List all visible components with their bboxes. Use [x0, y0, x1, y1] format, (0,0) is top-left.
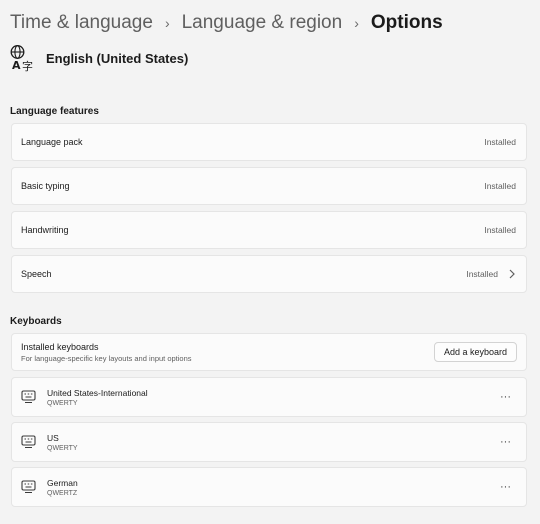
chevron-right-icon: › [354, 15, 359, 31]
feature-label: Language pack [21, 137, 83, 147]
keyboard-text: United States-International QWERTY [47, 388, 500, 407]
keyboards-heading: Keyboards [10, 316, 62, 327]
chevron-right-icon [509, 269, 515, 279]
more-options-icon[interactable]: ··· [500, 482, 511, 493]
feature-row-basic-typing[interactable]: Basic typing Installed [11, 167, 527, 205]
feature-row-speech[interactable]: Speech Installed [11, 255, 527, 293]
add-keyboard-button[interactable]: Add a keyboard [433, 342, 517, 362]
feature-status: Installed [484, 181, 516, 191]
feature-label: Basic typing [21, 181, 70, 191]
keyboard-layout: QWERTY [47, 399, 78, 407]
chevron-right-icon: › [164, 15, 170, 31]
installed-keyboards-title: Installed keyboards [21, 341, 99, 352]
breadcrumb-time-language[interactable]: Time & language [10, 10, 153, 36]
keyboard-text: German QWERTZ [47, 478, 500, 497]
installed-keyboards-text: Installed keyboards For language-specifi… [21, 342, 434, 363]
installed-keyboards-description: For language-specific key layouts and in… [21, 353, 192, 363]
installed-keyboards-row: Installed keyboards For language-specifi… [11, 333, 527, 371]
language-icon: A 字 [10, 45, 33, 72]
breadcrumb: Time & language › Language & region › Op… [10, 10, 443, 36]
keyboard-name: German [47, 477, 78, 488]
keyboard-layout: QWERTZ [47, 489, 78, 497]
keyboard-row-us-international[interactable]: United States-International QWERTY ··· [11, 377, 527, 417]
keyboard-row-us[interactable]: US QWERTY ··· [11, 422, 527, 462]
keyboard-text: US QWERTY [47, 433, 500, 452]
language-header: A 字 English (United States) [10, 44, 188, 72]
feature-status: Installed [484, 225, 516, 235]
more-options-icon[interactable]: ··· [500, 437, 511, 448]
keyboard-icon [21, 435, 36, 448]
language-name: English (United States) [46, 50, 189, 66]
feature-label: Speech [21, 269, 52, 279]
keyboard-row-german[interactable]: German QWERTZ ··· [11, 467, 527, 507]
breadcrumb-language-region[interactable]: Language & region [182, 10, 343, 36]
feature-row-handwriting[interactable]: Handwriting Installed [11, 211, 527, 249]
feature-status: Installed [484, 137, 516, 147]
more-options-icon[interactable]: ··· [500, 392, 511, 403]
feature-row-language-pack[interactable]: Language pack Installed [11, 123, 527, 161]
keyboard-icon [21, 480, 36, 493]
feature-status: Installed [466, 269, 498, 279]
feature-label: Handwriting [21, 225, 69, 235]
keyboard-name: US [47, 432, 59, 443]
page-title: Options [370, 12, 443, 33]
keyboard-icon [21, 390, 36, 403]
keyboard-layout: QWERTY [47, 444, 78, 452]
keyboard-name: United States-International [47, 387, 148, 398]
svg-text:A: A [12, 59, 21, 72]
svg-text:字: 字 [22, 59, 33, 72]
language-features-heading: Language features [10, 106, 99, 117]
